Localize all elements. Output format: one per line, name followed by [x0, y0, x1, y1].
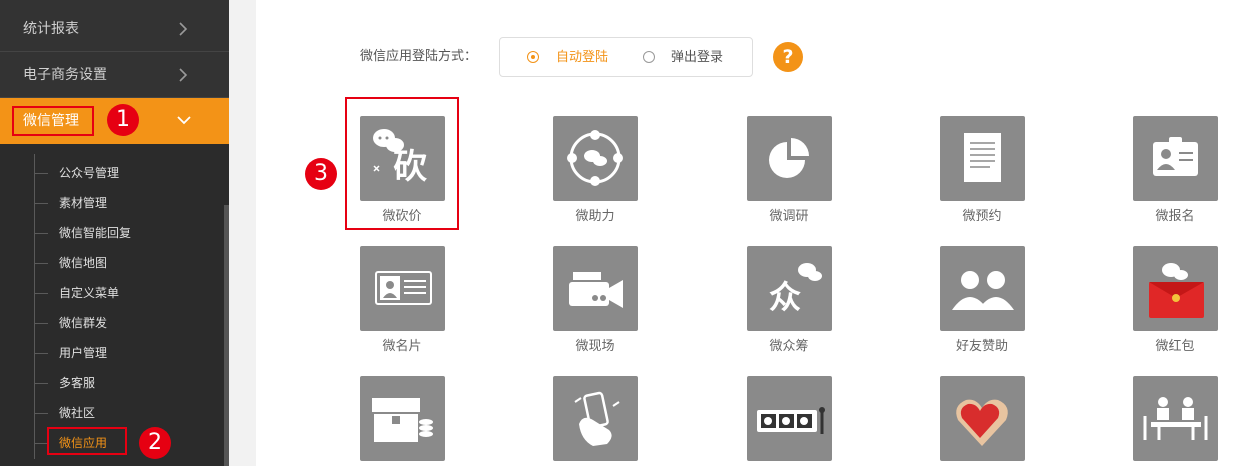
- assist-icon: [567, 130, 623, 186]
- tree-tick: [34, 413, 48, 414]
- document-icon: [964, 133, 1001, 182]
- meeting-table-icon: [1143, 397, 1208, 440]
- app-label: 微砍价: [382, 209, 422, 224]
- sidebar-item-stats[interactable]: 统计报表: [0, 7, 229, 52]
- radio-auto-login[interactable]: [527, 51, 539, 63]
- chevron-right-icon: [179, 22, 188, 36]
- pie-chart-icon: [769, 138, 809, 178]
- radio-popup-login[interactable]: [643, 51, 655, 63]
- app-tile-crowdfund[interactable]: 众: [747, 246, 832, 331]
- sidebar-item-label: 统计报表: [23, 21, 79, 37]
- app-tile-friend-sponsor[interactable]: [940, 246, 1025, 331]
- app-tile-booking[interactable]: [940, 116, 1025, 201]
- submenu: 公众号管理 素材管理 微信智能回复 微信地图 自定义菜单 微信群发 用户管理 多…: [0, 144, 229, 466]
- step-badge-1: 1: [107, 104, 139, 136]
- option-auto-login-label[interactable]: 自动登陆: [556, 49, 608, 67]
- login-method-group: 自动登陆 弹出登录: [499, 37, 753, 77]
- app-tile-help[interactable]: [553, 116, 638, 201]
- tree-tick: [34, 323, 48, 324]
- slot-machine-icon: [757, 407, 825, 434]
- submenu-item-materials[interactable]: 素材管理: [34, 188, 214, 218]
- step-badge-2: 2: [139, 427, 171, 459]
- submenu-item-label: 用户管理: [59, 346, 108, 360]
- tree-tick: [34, 353, 48, 354]
- highlight-box: [47, 427, 127, 455]
- svg-text:砍: 砍: [393, 147, 427, 187]
- app-tile-red-packet[interactable]: [1133, 246, 1218, 331]
- app-label: 微现场: [575, 339, 615, 354]
- tree-tick: [34, 383, 48, 384]
- app-tile-treasure[interactable]: [360, 376, 445, 461]
- submenu-item-mass-send[interactable]: 微信群发: [34, 308, 214, 338]
- submenu-item-label: 多客服: [59, 376, 96, 390]
- svg-text:众: 众: [769, 278, 801, 316]
- app-label: 微助力: [575, 209, 615, 224]
- phone-hand-icon: [574, 391, 620, 446]
- friends-icon: [952, 271, 1014, 310]
- app-label: 微名片: [382, 339, 422, 354]
- app-label: 好友赞助: [955, 339, 1008, 354]
- login-method-label: 微信应用登陆方式：: [360, 49, 478, 64]
- app-label: 微红包: [1155, 339, 1195, 354]
- submenu-item-users[interactable]: 用户管理: [34, 338, 214, 368]
- submenu-item-official-account[interactable]: 公众号管理: [34, 158, 214, 188]
- submenu-item-label: 素材管理: [59, 196, 108, 210]
- treasure-chest-icon: [372, 398, 433, 442]
- sidebar-item-label: 电子商务设置: [23, 67, 107, 83]
- heart-icon: [956, 399, 1008, 446]
- submenu-item-community[interactable]: 微社区: [34, 398, 214, 428]
- tree-tick: [34, 203, 48, 204]
- app-tile-bargain[interactable]: 砍: [360, 116, 445, 201]
- sidebar-item-ecommerce[interactable]: 电子商务设置: [0, 53, 229, 98]
- tree-tick: [34, 233, 48, 234]
- submenu-item-custom-menu[interactable]: 自定义菜单: [34, 278, 214, 308]
- step-badge-3: 3: [305, 158, 337, 190]
- app-tile-namecard[interactable]: [360, 246, 445, 331]
- tree-tick: [34, 263, 48, 264]
- business-card-icon: [375, 271, 432, 305]
- submenu-item-label: 微社区: [59, 406, 96, 420]
- submenu-item-auto-reply[interactable]: 微信智能回复: [34, 218, 214, 248]
- app-tile-meeting[interactable]: [1133, 376, 1218, 461]
- app-label: 微调研: [769, 209, 809, 224]
- tree-tick: [34, 293, 48, 294]
- app-tile-slot-machine[interactable]: [747, 376, 832, 461]
- app-label: 微报名: [1155, 209, 1195, 224]
- app-tile-shake[interactable]: [553, 376, 638, 461]
- video-camera-icon: [569, 272, 623, 308]
- app-tile-survey[interactable]: [747, 116, 832, 201]
- submenu-item-label: 微信群发: [59, 316, 108, 330]
- main-panel: 微信应用登陆方式： 自动登陆 弹出登录 ? 3 砍 微砍价 微助力 微调研 微预…: [256, 0, 1241, 466]
- submenu-item-label: 公众号管理: [59, 166, 120, 180]
- sidebar: 统计报表 电子商务设置 微信管理 1 公众号管理 素材管理 微信智能回复 微信地…: [0, 0, 229, 466]
- submenu-item-customer-service[interactable]: 多客服: [34, 368, 214, 398]
- app-tile-live[interactable]: [553, 246, 638, 331]
- tree-tick: [34, 443, 48, 444]
- crowd-icon: 众: [769, 263, 822, 316]
- scrollbar[interactable]: [224, 205, 229, 466]
- sidebar-item-label: 微信管理: [23, 113, 79, 129]
- app-tile-love[interactable]: [940, 376, 1025, 461]
- submenu-item-map[interactable]: 微信地图: [34, 248, 214, 278]
- chevron-down-icon: [177, 116, 191, 125]
- submenu-item-label: 微信地图: [59, 256, 108, 270]
- tree-tick: [34, 173, 48, 174]
- submenu-item-label: 微信智能回复: [59, 226, 132, 240]
- option-popup-login-label[interactable]: 弹出登录: [671, 49, 723, 67]
- app-label: 微预约: [962, 209, 1002, 224]
- help-icon[interactable]: ?: [773, 42, 803, 72]
- bargain-icon: 砍: [373, 129, 427, 187]
- id-card-icon: [1153, 137, 1198, 176]
- app-tile-signup[interactable]: [1133, 116, 1218, 201]
- chevron-right-icon: [179, 68, 188, 82]
- red-envelope-icon: [1149, 263, 1204, 318]
- submenu-item-label: 自定义菜单: [59, 286, 120, 300]
- app-label: 微众筹: [769, 339, 809, 354]
